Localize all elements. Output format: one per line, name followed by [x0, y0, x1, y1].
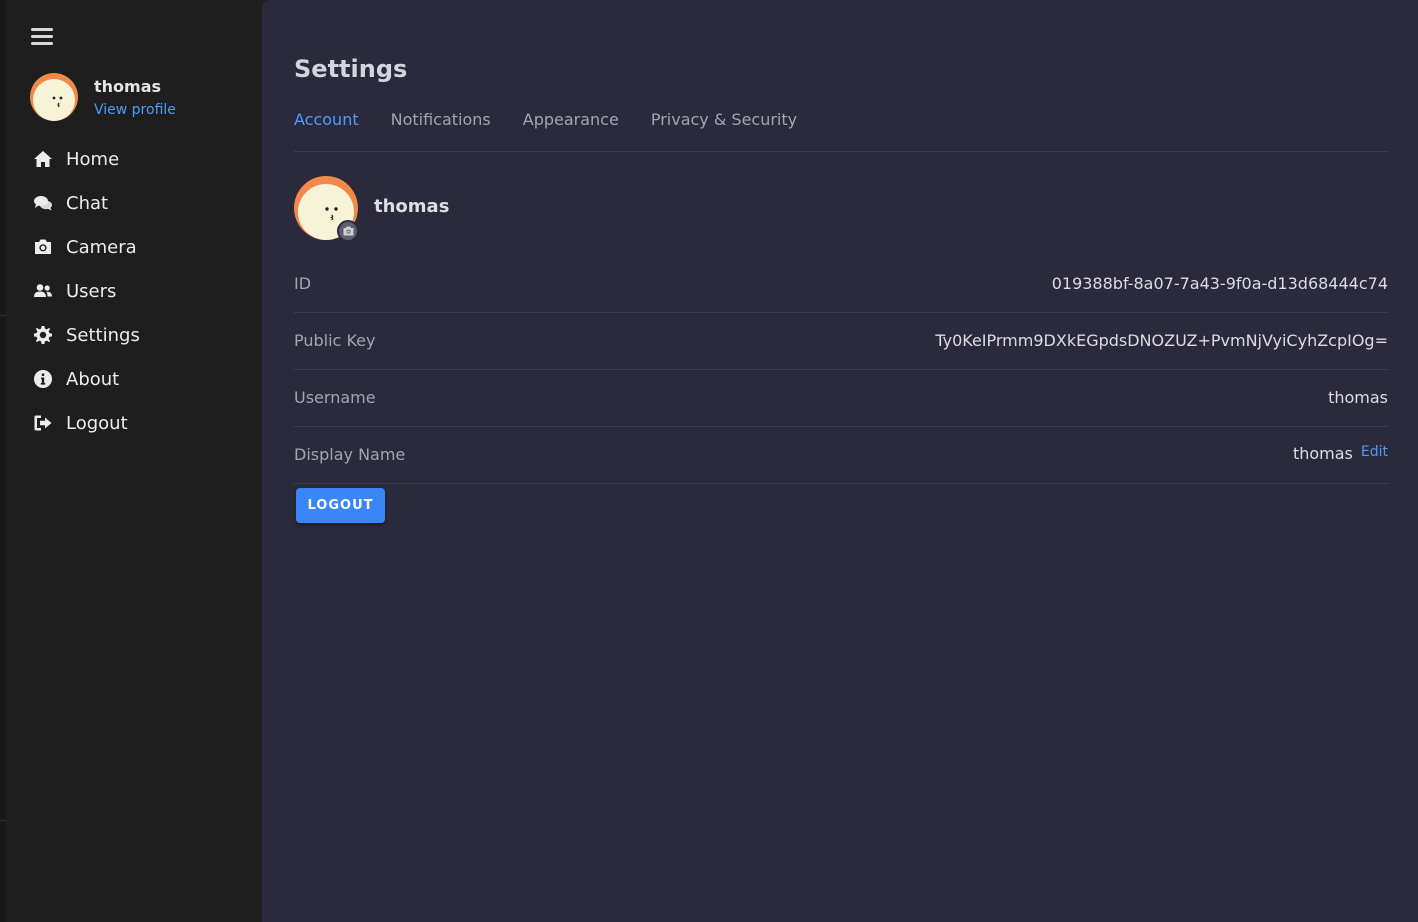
profile-name: thomas: [94, 77, 162, 96]
sidebar-item-label: Settings: [66, 324, 140, 346]
avatar[interactable]: [30, 73, 78, 121]
edit-display-name-link[interactable]: Edit: [1361, 444, 1388, 460]
sidebar-item-camera[interactable]: Camera: [32, 225, 252, 269]
field-label: ID: [294, 274, 312, 293]
field-label: Display Name: [294, 445, 406, 464]
sidebar-item-chat[interactable]: Chat: [32, 181, 252, 225]
account-display-name: thomas: [374, 196, 450, 217]
field-value-group: thomas Edit: [1293, 444, 1388, 463]
sidebar-item-about[interactable]: About: [32, 357, 252, 401]
account-header: thomas: [294, 176, 694, 242]
sidebar-item-settings[interactable]: Settings: [32, 313, 252, 357]
field-value: 019388bf-8a07-7a43-9f0a-d13d68444c74: [1051, 274, 1388, 293]
sidebar-item-label: Chat: [66, 192, 109, 214]
sidebar-item-label: Logout: [66, 412, 128, 434]
field-value: thomas: [1292, 444, 1353, 463]
field-public-key: Public Key Ty0KeIPrmm9DXkEGpdsDNOZUZ+Pvm…: [294, 313, 1388, 370]
settings-tabs: Account Notifications Appearance Privacy…: [294, 108, 1388, 152]
app-window: thomas View profile Home Chat Camera Use…: [0, 0, 1418, 922]
main-panel: Settings Account Notifications Appearanc…: [262, 0, 1418, 922]
sidebar-item-label: Users: [66, 280, 117, 302]
tab-notifications[interactable]: Notifications: [391, 108, 491, 132]
users-icon: [32, 281, 54, 301]
tab-privacy-security[interactable]: Privacy & Security: [651, 108, 797, 132]
field-value: Ty0KeIPrmm9DXkEGpdsDNOZUZ+PvmNjVyiCyhZcp…: [935, 331, 1388, 350]
field-id: ID 019388bf-8a07-7a43-9f0a-d13d68444c74: [294, 256, 1388, 313]
sidebar-nav: Home Chat Camera Users Settings About Lo…: [32, 137, 252, 445]
view-profile-link[interactable]: View profile: [94, 102, 176, 118]
sidebar-item-label: About: [66, 368, 120, 390]
field-display-name: Display Name thomas Edit: [294, 427, 1388, 484]
home-icon: [32, 149, 54, 169]
hamburger-menu-icon[interactable]: [30, 26, 54, 48]
sidebar-item-logout[interactable]: Logout: [32, 401, 252, 445]
sidebar-item-label: Camera: [66, 236, 137, 258]
logout-icon: [32, 413, 54, 433]
sidebar: thomas View profile Home Chat Camera Use…: [6, 0, 262, 922]
tab-appearance[interactable]: Appearance: [523, 108, 619, 132]
page-title: Settings: [294, 55, 408, 83]
field-value: thomas: [1328, 388, 1388, 407]
field-username: Username thomas: [294, 370, 1388, 427]
camera-icon: [343, 226, 353, 236]
tab-account[interactable]: Account: [294, 108, 359, 132]
sidebar-item-home[interactable]: Home: [32, 137, 252, 181]
chat-icon: [32, 193, 54, 213]
sidebar-item-label: Home: [66, 148, 120, 170]
logout-button[interactable]: LOGOUT: [296, 488, 385, 523]
change-avatar-button[interactable]: [337, 220, 359, 242]
gear-icon: [32, 325, 54, 345]
field-label: Username: [294, 388, 376, 407]
info-icon: [32, 369, 54, 389]
sidebar-item-users[interactable]: Users: [32, 269, 252, 313]
camera-icon: [32, 237, 54, 257]
field-label: Public Key: [294, 331, 376, 350]
sidebar-profile: thomas View profile: [30, 73, 250, 123]
